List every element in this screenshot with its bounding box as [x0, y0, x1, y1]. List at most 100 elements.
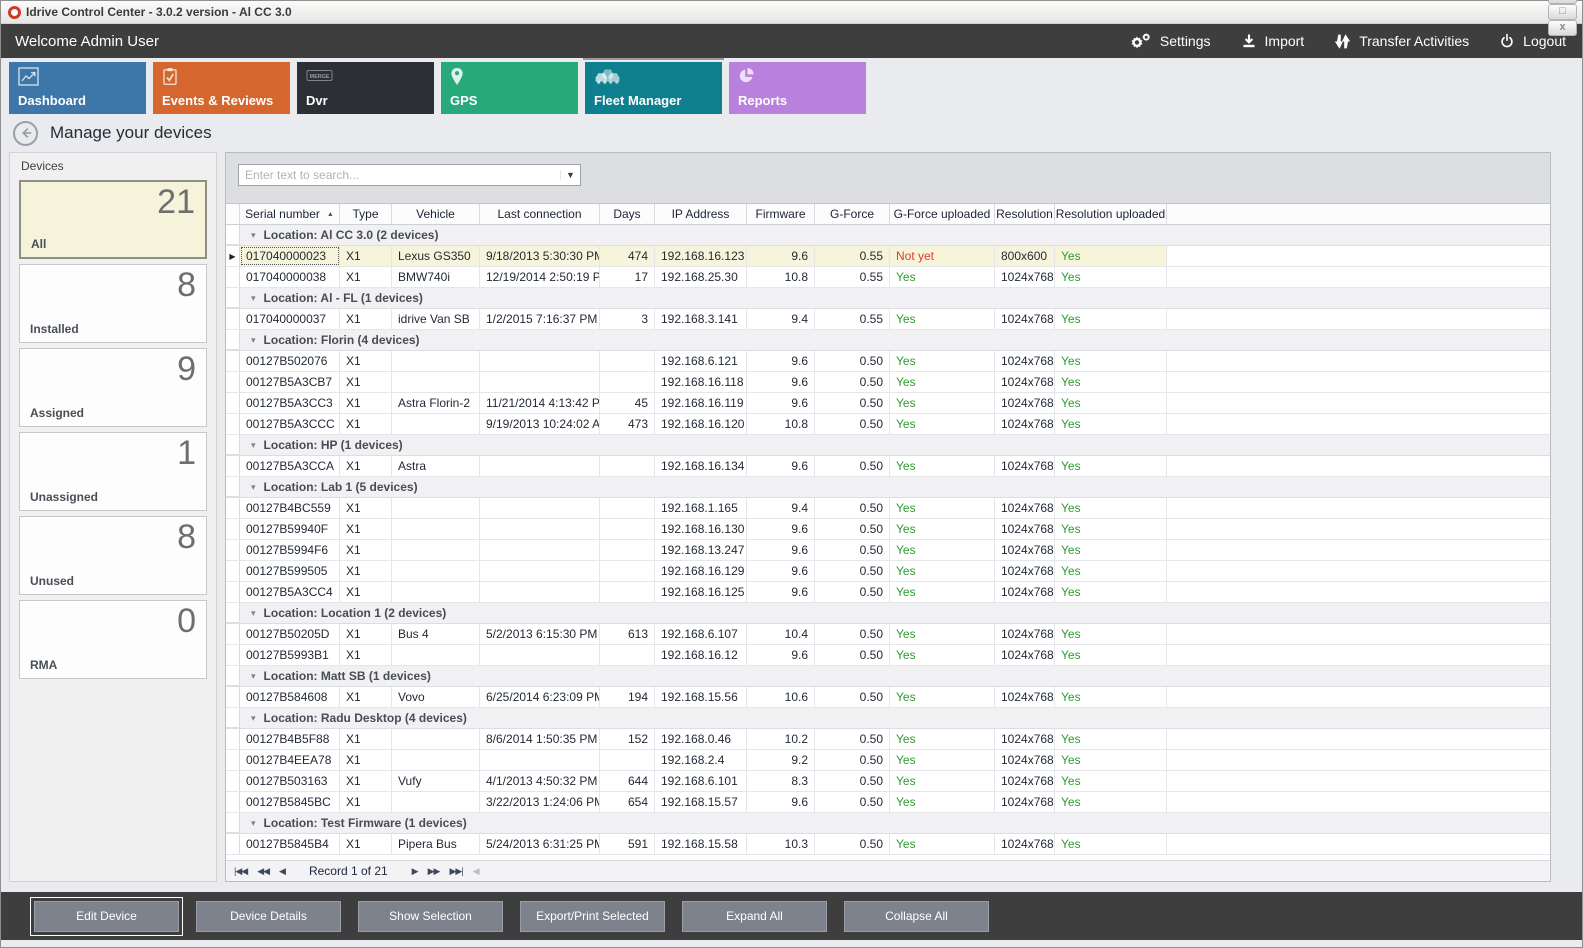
cell-resolution-uploaded: Yes: [1055, 771, 1167, 791]
cell-last-connection: 9/19/2013 10:24:02 AM: [480, 414, 600, 434]
collapse-all-button[interactable]: Collapse All: [844, 901, 989, 932]
group-row-location-al-fl-1-devices[interactable]: ▾Location: Al - FL (1 devices): [226, 288, 1550, 309]
group-row-location-test-firmware-1-devices[interactable]: ▾Location: Test Firmware (1 devices): [226, 813, 1550, 834]
device-filter-assigned[interactable]: 9Assigned: [19, 348, 207, 427]
device-row[interactable]: 00127B5A3CC4X1192.168.16.1259.60.50Yes10…: [226, 582, 1550, 603]
last-record-icon[interactable]: ▶▶|: [449, 866, 462, 877]
collapse-triangle-icon[interactable]: ▾: [251, 230, 256, 241]
cell-resolution: 1024x768: [995, 561, 1055, 581]
collapse-triangle-icon[interactable]: ▾: [251, 482, 256, 493]
collapse-triangle-icon[interactable]: ▾: [251, 713, 256, 724]
row-filler: [1167, 498, 1550, 518]
device-row[interactable]: 00127B4B5F88X18/6/2014 1:50:35 PM152192.…: [226, 729, 1550, 750]
collapse-triangle-icon[interactable]: ▾: [251, 818, 256, 829]
cell-resolution: 1024x768: [995, 834, 1055, 854]
group-row-location-location-1-2-devices[interactable]: ▾Location: Location 1 (2 devices): [226, 603, 1550, 624]
device-filter-installed[interactable]: 8Installed: [19, 264, 207, 343]
first-record-icon[interactable]: |◀◀: [234, 866, 247, 877]
vehicles-icon: [594, 67, 622, 90]
search-input[interactable]: [239, 168, 560, 182]
device-row[interactable]: 00127B599505X1192.168.16.1299.60.50Yes10…: [226, 561, 1550, 582]
menu-item-transfer-activities[interactable]: Transfer Activities: [1334, 33, 1469, 50]
chevron-down-icon[interactable]: ▼: [560, 170, 580, 180]
device-filter-all[interactable]: 21All: [19, 180, 207, 259]
cell-g-force: 0.50: [815, 624, 890, 644]
column-header-last-connection[interactable]: Last connection: [480, 204, 600, 224]
tab-gps[interactable]: GPS: [441, 62, 578, 114]
export-print-selected-button[interactable]: Export/Print Selected: [520, 901, 665, 932]
device-row[interactable]: ▶017040000023X1Lexus GS3509/18/2013 5:30…: [226, 246, 1550, 267]
menu-item-settings[interactable]: Settings: [1130, 33, 1211, 50]
collapse-triangle-icon[interactable]: ▾: [251, 293, 256, 304]
column-header-vehicle[interactable]: Vehicle: [392, 204, 480, 224]
device-row[interactable]: 00127B5993B1X1192.168.16.129.60.50Yes102…: [226, 645, 1550, 666]
group-row-location-florin-4-devices[interactable]: ▾ Location: Florin (4 devices): [226, 330, 1550, 351]
device-row[interactable]: 00127B5A3CCAX1Astra192.168.16.1349.60.50…: [226, 456, 1550, 477]
column-header-g-force[interactable]: G-Force: [815, 204, 890, 224]
group-row-location-lab-1-5-devices[interactable]: ▾Location: Lab 1 (5 devices): [226, 477, 1550, 498]
next-record-icon[interactable]: ▶: [412, 866, 418, 877]
group-row-location-hp-1-devices[interactable]: ▾Location: HP (1 devices): [226, 435, 1550, 456]
device-details-button[interactable]: Device Details: [196, 901, 341, 932]
column-header-type[interactable]: Type: [340, 204, 392, 224]
device-row[interactable]: 00127B5A3CC3X1Astra Florin-211/21/2014 4…: [226, 393, 1550, 414]
device-row[interactable]: 00127B5A3CCCX19/19/2013 10:24:02 AM47319…: [226, 414, 1550, 435]
device-row[interactable]: 00127B584608X1Vovo6/25/2014 6:23:09 PM19…: [226, 687, 1550, 708]
device-row[interactable]: 00127B4BC559X1192.168.1.1659.40.50Yes102…: [226, 498, 1550, 519]
fast-forward-icon[interactable]: ▶▶: [428, 866, 440, 877]
group-header: ▾Location: Al CC 3.0 (2 devices): [240, 225, 1550, 245]
device-filter-unused[interactable]: 8Unused: [19, 516, 207, 595]
device-row[interactable]: 00127B5A3CB7X1192.168.16.1189.60.50Yes10…: [226, 372, 1550, 393]
edit-device-button[interactable]: Edit Device: [34, 901, 179, 932]
gears-icon: [1130, 33, 1152, 50]
device-row[interactable]: 00127B503163X1Vufy4/1/2013 4:50:32 PM644…: [226, 771, 1550, 792]
previous-record-icon[interactable]: ◀: [279, 866, 285, 877]
page-header: Manage your devices: [1, 114, 1582, 152]
column-header-ip-address[interactable]: IP Address: [655, 204, 747, 224]
menu-item-import[interactable]: Import: [1241, 33, 1305, 49]
column-header-serial-number[interactable]: Serial number▲: [240, 204, 340, 224]
group-row-location-al-cc-3-0-2-devices[interactable]: ▾Location: Al CC 3.0 (2 devices): [226, 225, 1550, 246]
device-filter-rma[interactable]: 0RMA: [19, 600, 207, 679]
cell-ip-address: 192.168.0.46: [655, 729, 747, 749]
column-header-days[interactable]: Days: [600, 204, 655, 224]
collapse-triangle-icon[interactable]: ▾: [251, 608, 256, 619]
fast-backward-icon[interactable]: ◀◀: [257, 866, 269, 877]
device-row[interactable]: 00127B5845BCX13/22/2013 1:24:06 PM654192…: [226, 792, 1550, 813]
expand-all-button[interactable]: Expand All: [682, 901, 827, 932]
column-header-g-force-uploaded[interactable]: G-Force uploaded: [890, 204, 995, 224]
collapse-triangle-icon[interactable]: ▾: [251, 335, 256, 346]
tab-fleet-manager[interactable]: Fleet Manager: [585, 62, 722, 114]
tab-dashboard[interactable]: Dashboard: [9, 62, 146, 114]
column-header-resolution[interactable]: Resolution: [995, 204, 1055, 224]
device-row[interactable]: 00127B502076X1192.168.6.1219.60.50Yes102…: [226, 351, 1550, 372]
tab-events-reviews[interactable]: Events & Reviews: [153, 62, 290, 114]
row-indicator-cell: [226, 624, 240, 644]
device-row[interactable]: 00127B4EEA78X1192.168.2.49.20.50Yes1024x…: [226, 750, 1550, 771]
device-row[interactable]: 00127B50205DX1Bus 45/2/2013 6:15:30 PM61…: [226, 624, 1550, 645]
row-indicator-cell: [226, 456, 240, 476]
column-header-firmware[interactable]: Firmware: [747, 204, 815, 224]
device-row[interactable]: 00127B5845B4X1Pipera Bus5/24/2013 6:31:2…: [226, 834, 1550, 855]
device-row[interactable]: 017040000038X1BMW740i12/19/2014 2:50:19 …: [226, 267, 1550, 288]
group-label: Location: Matt SB (1 devices): [264, 669, 431, 683]
collapse-triangle-icon[interactable]: ▾: [251, 671, 256, 682]
device-row[interactable]: 017040000037X1idrive Van SB1/2/2015 7:16…: [226, 309, 1550, 330]
tab-reports[interactable]: Reports: [729, 62, 866, 114]
device-row[interactable]: 00127B59940FX1192.168.16.1309.60.50Yes10…: [226, 519, 1550, 540]
cell-days: 644: [600, 771, 655, 791]
cell-firmware: 9.4: [747, 309, 815, 329]
device-filter-unassigned[interactable]: 1Unassigned: [19, 432, 207, 511]
show-selection-button[interactable]: Show Selection: [358, 901, 503, 932]
maximize-button[interactable]: □: [1548, 4, 1577, 20]
menu-item-logout[interactable]: Logout: [1499, 33, 1566, 49]
collapse-triangle-icon[interactable]: ▾: [251, 440, 256, 451]
back-button[interactable]: [13, 121, 38, 146]
tab-dvr[interactable]: MERGEDvr: [297, 62, 434, 114]
device-row[interactable]: 00127B5994F6X1192.168.13.2479.60.50Yes10…: [226, 540, 1550, 561]
cell-g-force-uploaded: Yes: [890, 456, 995, 476]
group-row-location-matt-sb-1-devices[interactable]: ▾ Location: Matt SB (1 devices): [226, 666, 1550, 687]
group-row-location-radu-desktop-4-devices[interactable]: ▾Location: Radu Desktop (4 devices): [226, 708, 1550, 729]
column-header-resolution-uploaded[interactable]: Resolution uploaded: [1055, 204, 1167, 224]
group-label: Location: Florin (4 devices): [264, 333, 420, 347]
